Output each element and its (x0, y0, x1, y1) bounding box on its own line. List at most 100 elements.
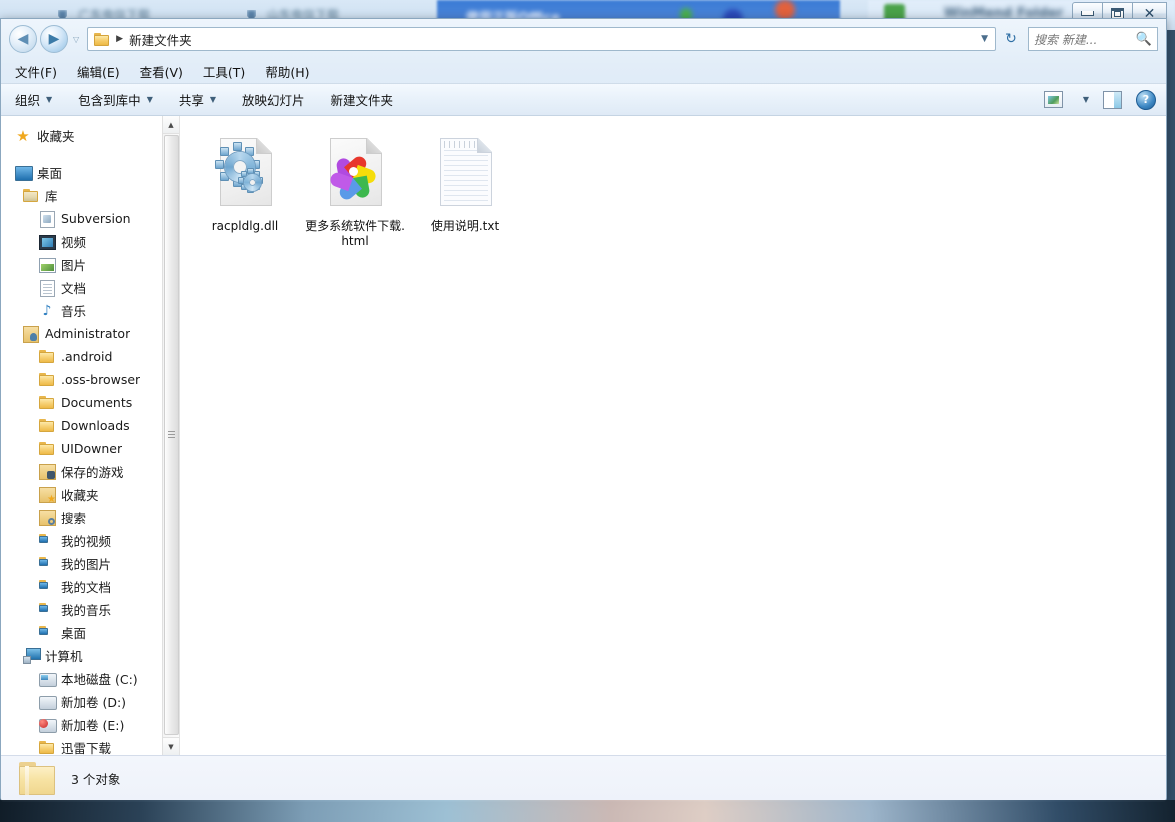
navigation-list: ★ 收藏夹 桌面库 Subversion 视频 图片 文档 ♪ 音乐 Administrator.… (1, 116, 179, 755)
view-dropdown-icon[interactable]: ▼ (1083, 95, 1089, 104)
search-input[interactable]: 搜索 新建... (1034, 31, 1136, 48)
chevron-down-icon: ▼ (46, 95, 53, 104)
toolbar-organize[interactable]: 组织 ▼ (15, 90, 52, 109)
window-body: ★ 收藏夹 桌面库 Subversion 视频 图片 文档 ♪ 音乐 Administrator.… (1, 116, 1166, 755)
file-name-label: 使用说明.txt (430, 219, 500, 233)
address-dropdown-icon[interactable]: ▼ (981, 34, 991, 44)
desktop-folder-icon (39, 625, 55, 641)
sidebar-item-17[interactable]: 我的视频 (1, 529, 179, 552)
sidebar-item-0[interactable]: ★ 收藏夹 (1, 124, 179, 147)
page-fold-icon (477, 138, 492, 153)
sidebar-item-4[interactable]: 视频 (1, 230, 179, 253)
file-list-pane[interactable]: racpldlg.dll 更多系统软件下载.html 使用说明.txt (180, 116, 1166, 755)
sidebar-item-label: .oss-browser (61, 372, 141, 387)
sidebar-item-22[interactable]: 计算机 (1, 644, 179, 667)
toolbar-share[interactable]: 共享 ▼ (179, 90, 216, 109)
sidebar-item-20[interactable]: 我的音乐 (1, 598, 179, 621)
sidebar-scrollbar[interactable]: ▲ ▼ (162, 116, 179, 755)
sidebar-item-5[interactable]: 图片 (1, 253, 179, 276)
sidebar-item-9[interactable]: .android (1, 345, 179, 368)
scrollbar-grip-icon (168, 431, 175, 432)
forward-button[interactable]: ▶ (40, 25, 68, 53)
toolbar-new-folder[interactable]: 新建文件夹 (331, 90, 394, 109)
sidebar-item-6[interactable]: 文档 (1, 276, 179, 299)
sidebar-item-label: 我的图片 (61, 557, 112, 572)
file-name-label: 更多系统软件下载.html (305, 219, 405, 248)
sidebar-item-10[interactable]: .oss-browser (1, 368, 179, 391)
folder-icon (39, 740, 55, 756)
chevron-down-icon: ▼ (146, 95, 153, 104)
sidebar-item-14[interactable]: 保存的游戏 (1, 460, 179, 483)
folder-icon (39, 441, 55, 457)
notepad-page-shape (440, 138, 492, 206)
sidebar-item-24[interactable]: 新加卷 (D:) (1, 690, 179, 713)
picture-icon (39, 257, 56, 273)
music-icon: ♪ (42, 302, 52, 319)
menu-view[interactable]: 查看(V) (140, 62, 183, 81)
refresh-button[interactable]: ↻ (1000, 28, 1022, 50)
menu-file[interactable]: 文件(F) (15, 62, 57, 81)
sidebar-item-2[interactable]: 库 (1, 184, 179, 207)
menu-tools[interactable]: 工具(T) (203, 62, 245, 81)
sidebar-item-18[interactable]: 我的图片 (1, 552, 179, 575)
text-file-icon (431, 134, 499, 214)
sidebar-item-26[interactable]: 迅雷下载 (1, 736, 179, 755)
notepad-lines (444, 150, 488, 201)
scroll-up-button[interactable]: ▲ (163, 116, 179, 134)
sidebar-item-label: .android (61, 349, 113, 364)
notepad-spiral-icon (444, 141, 479, 148)
sidebar-item-11[interactable]: Documents (1, 391, 179, 414)
file-item-0[interactable]: racpldlg.dll (190, 130, 300, 255)
sidebar-item-12[interactable]: Downloads (1, 414, 179, 437)
sidebar-item-13[interactable]: UIDowner (1, 437, 179, 460)
address-bar[interactable]: ▶ 新建文件夹 ▼ (87, 27, 996, 51)
help-icon[interactable]: ? (1136, 89, 1156, 110)
menu-help[interactable]: 帮助(H) (265, 62, 309, 81)
sidebar-item-15[interactable]: 收藏夹 (1, 483, 179, 506)
scroll-down-button[interactable]: ▼ (163, 737, 179, 755)
breadcrumb-current[interactable]: 新建文件夹 (129, 30, 192, 49)
toolbar-include-label: 包含到库中 (78, 93, 141, 108)
document-icon (39, 279, 55, 297)
background-dot-orange (775, 0, 795, 20)
sidebar-item-25[interactable]: 新加卷 (E:) (1, 713, 179, 736)
scrollbar-thumb[interactable] (164, 135, 179, 735)
toolbar-right-group: ▼ ? (1043, 89, 1156, 110)
breadcrumb-arrow-icon: ▶ (116, 34, 124, 44)
chevron-down-icon: ▼ (209, 95, 217, 104)
sidebar-item-19[interactable]: 我的文档 (1, 575, 179, 598)
sidebar-item-7[interactable]: ♪ 音乐 (1, 299, 179, 322)
sidebar-item-label: 我的文档 (61, 580, 112, 595)
star-icon: ★ (16, 126, 30, 145)
sidebar-item-label: 收藏夹 (37, 129, 75, 144)
preview-pane-icon[interactable] (1103, 90, 1122, 109)
file-item-1[interactable]: 更多系统软件下载.html (300, 130, 410, 255)
folder-icon (39, 372, 55, 388)
screen: 广东电信下载 山东电信下载 使用正版Office WinMend Folder … (0, 0, 1175, 822)
sidebar-item-label: 桌面 (61, 626, 87, 641)
item-count-label: 3 个对象 (71, 772, 121, 787)
pinwheel-icon (328, 150, 378, 203)
folder-icon (39, 395, 55, 411)
back-button[interactable]: ◀ (9, 25, 37, 53)
file-name-label: racpldlg.dll (211, 219, 279, 233)
back-icon: ◀ (17, 31, 29, 47)
sidebar-item-21[interactable]: 桌面 (1, 621, 179, 644)
change-view-icon[interactable] (1043, 91, 1063, 108)
search-box[interactable]: 搜索 新建... 🔍 (1028, 27, 1158, 51)
sidebar-item-label: 音乐 (61, 304, 87, 319)
toolbar-slideshow[interactable]: 放映幻灯片 (242, 90, 305, 109)
sidebar-item-label: 搜索 (61, 511, 87, 526)
sidebar-item-1[interactable]: 桌面 (1, 161, 179, 184)
file-grid: racpldlg.dll 更多系统软件下载.html 使用说明.txt (190, 130, 1166, 261)
toolbar-include-in-library[interactable]: 包含到库中 ▼ (78, 90, 153, 109)
sidebar-item-label: Subversion (61, 211, 131, 226)
folder-icon (39, 349, 55, 365)
file-item-2[interactable]: 使用说明.txt (410, 130, 520, 255)
menu-edit[interactable]: 编辑(E) (77, 62, 120, 81)
recent-pages-button[interactable]: ▽ (73, 35, 79, 44)
sidebar-item-8[interactable]: Administrator (1, 322, 179, 345)
sidebar-item-3[interactable]: Subversion (1, 207, 179, 230)
sidebar-item-16[interactable]: 搜索 (1, 506, 179, 529)
sidebar-item-23[interactable]: 本地磁盘 (C:) (1, 667, 179, 690)
